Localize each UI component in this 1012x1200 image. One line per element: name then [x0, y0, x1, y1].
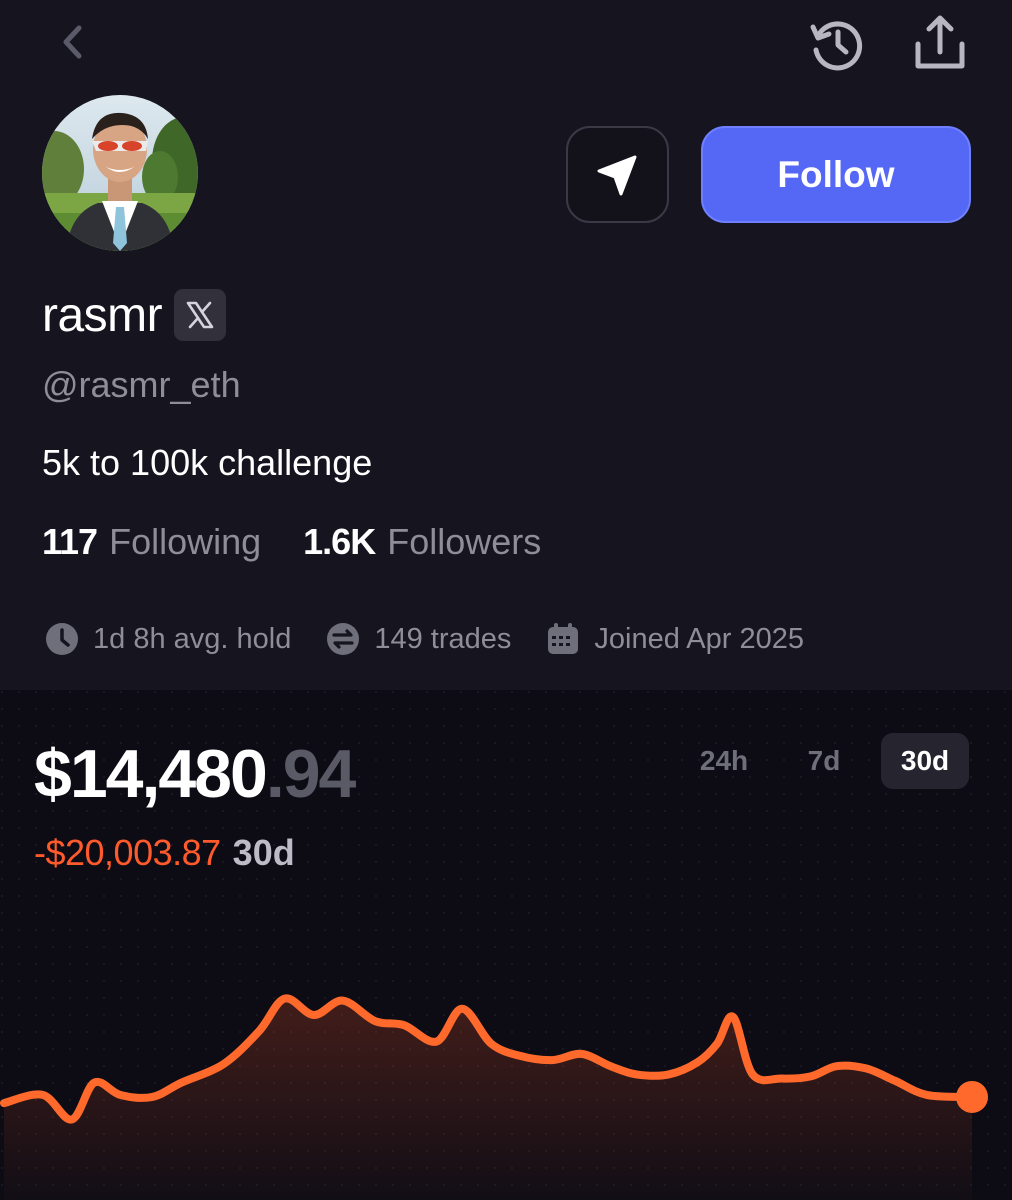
following-label: Following	[109, 521, 262, 562]
pnl-chart[interactable]	[0, 900, 1012, 1200]
range-tab-7d[interactable]: 7d	[767, 733, 881, 789]
followers-count: 1.6K	[303, 521, 376, 562]
avatar[interactable]	[42, 95, 198, 251]
user-handle: @rasmr_eth	[42, 364, 241, 405]
avg-hold-item: 1d 8h avg. hold	[44, 621, 291, 657]
follow-button[interactable]: Follow	[701, 126, 971, 223]
pnl-change-value: -$20,003.87	[34, 832, 221, 873]
follow-stats: 117 Following 1.6K Followers	[42, 521, 541, 563]
name-row: rasmr	[42, 285, 227, 345]
share-icon	[915, 15, 965, 69]
balance-cents: .94	[265, 736, 357, 812]
send-icon	[597, 155, 636, 195]
user-bio: 5k to 100k challenge	[42, 442, 373, 483]
trader-meta: 1d 8h avg. hold 149 trades Joined Apr 20…	[44, 620, 804, 658]
following-stat[interactable]: 117 Following	[42, 521, 261, 563]
trades-text: 149 trades	[374, 622, 512, 655]
x-logo-icon	[186, 301, 214, 329]
followers-stat[interactable]: 1.6K Followers	[303, 521, 541, 563]
message-button[interactable]	[566, 126, 669, 223]
portfolio-balance: $14,480.94	[34, 736, 357, 812]
followers-label: Followers	[387, 521, 542, 562]
share-button[interactable]	[906, 12, 974, 74]
range-tab-24h[interactable]: 24h	[681, 733, 767, 789]
chart-current-point[interactable]	[956, 1080, 988, 1113]
pnl-change: -$20,003.87 30d	[34, 832, 295, 874]
back-button[interactable]	[50, 20, 94, 64]
joined-text: Joined Apr 2025	[594, 622, 804, 655]
balance-whole: $14,480	[34, 736, 268, 812]
range-tab-30d[interactable]: 30d	[881, 733, 969, 789]
avg-hold-text: 1d 8h avg. hold	[93, 622, 292, 655]
display-name: rasmr	[42, 288, 163, 342]
x-profile-link[interactable]	[174, 289, 227, 341]
trades-item: 149 trades	[325, 621, 511, 657]
joined-item: Joined Apr 2025	[545, 621, 804, 657]
following-count: 117	[42, 521, 98, 562]
profile-header: Follow rasmr @rasmr_eth 5k to 100k chall…	[0, 0, 1012, 690]
chevron-left-icon	[63, 25, 82, 59]
range-selector: 24h 7d 30d	[681, 733, 969, 789]
calendar-icon	[545, 621, 581, 657]
pnl-change-period: 30d	[232, 832, 295, 873]
history-button[interactable]	[804, 14, 868, 74]
clock-icon	[44, 621, 80, 657]
swap-icon	[325, 621, 361, 657]
history-icon	[810, 21, 863, 71]
